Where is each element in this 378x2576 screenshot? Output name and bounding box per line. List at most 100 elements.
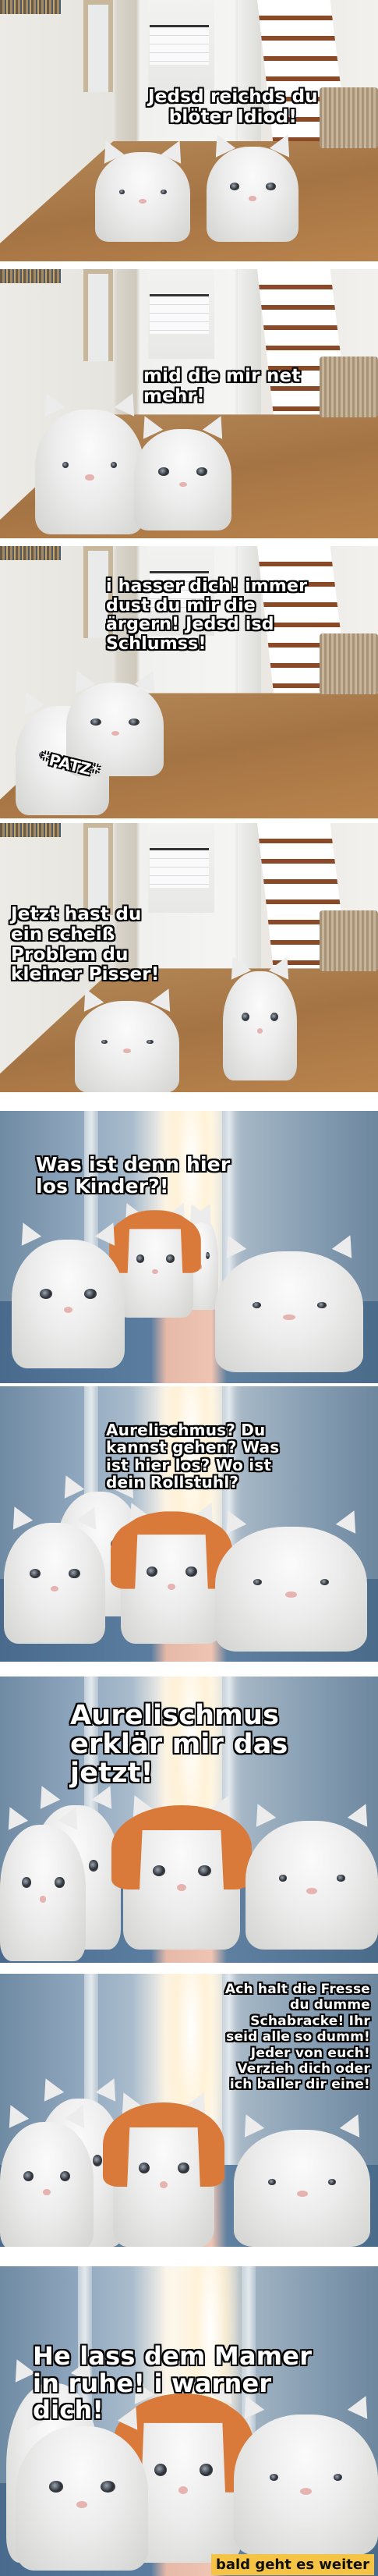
speech-caption: i hasser dich! immer dust du mir die ärg… bbox=[106, 577, 308, 654]
cat-eye bbox=[110, 462, 117, 469]
cat-with-wig bbox=[111, 1497, 232, 1644]
cat-nose bbox=[178, 481, 187, 488]
cat-eye bbox=[118, 190, 125, 195]
cat-eye bbox=[23, 2170, 34, 2181]
cat-nose bbox=[159, 2181, 168, 2188]
comic-panel-8: Ach halt die Fresse du dumme Schabracke!… bbox=[0, 1974, 378, 2247]
cat-ear bbox=[0, 1801, 29, 1830]
cat-eye bbox=[90, 718, 101, 726]
cat-ear bbox=[247, 1799, 276, 1827]
cat-eye bbox=[185, 1566, 197, 1577]
cat-eye bbox=[333, 2473, 342, 2481]
cat-ear bbox=[66, 665, 96, 694]
cat-nose bbox=[43, 2188, 51, 2196]
cat-eye bbox=[270, 1013, 279, 1022]
bookshelf bbox=[0, 823, 61, 837]
cat-ear bbox=[16, 687, 44, 715]
cat-eye bbox=[252, 1302, 261, 1308]
window-frame bbox=[83, 269, 113, 361]
cat-ear bbox=[332, 1230, 361, 1259]
cat bbox=[134, 411, 231, 530]
cat-eye bbox=[147, 1039, 154, 1045]
wood-floor bbox=[0, 968, 378, 1092]
cat bbox=[215, 1505, 367, 1652]
cat-nose bbox=[85, 474, 94, 481]
cat-nose bbox=[178, 2486, 188, 2494]
cat-eye bbox=[129, 718, 140, 726]
cat-eye bbox=[152, 1865, 165, 1876]
comic-panel-2: mid die mir net mehr! bbox=[0, 269, 378, 538]
cat-eye bbox=[100, 2481, 115, 2493]
cat-eye bbox=[29, 1568, 41, 1579]
cat bbox=[246, 1799, 378, 1950]
basket bbox=[320, 87, 378, 148]
cat-eye bbox=[178, 2162, 189, 2173]
bookshelf bbox=[0, 0, 61, 14]
cat-ear bbox=[12, 1218, 41, 1246]
comic-panel-1: Jedsd reichds du blöter Idiod! bbox=[0, 0, 378, 261]
cat-ear bbox=[134, 665, 164, 694]
cat-eye bbox=[154, 2463, 167, 2477]
cat-ear bbox=[348, 1799, 376, 1827]
cat-ear bbox=[347, 2391, 376, 2419]
cat-eye bbox=[146, 1566, 157, 1577]
cat-eye bbox=[48, 2481, 64, 2493]
cat-eye bbox=[83, 1288, 97, 1299]
cat bbox=[35, 388, 144, 534]
cat-ear bbox=[5, 1502, 34, 1531]
basket bbox=[320, 910, 378, 971]
cat-eye bbox=[62, 462, 69, 469]
cat-nose bbox=[152, 1268, 158, 1275]
cat-nose bbox=[167, 1584, 176, 1591]
cat bbox=[234, 2391, 378, 2555]
cat bbox=[215, 1230, 363, 1372]
cabinet bbox=[150, 25, 209, 65]
cat bbox=[4, 1502, 105, 1644]
comic-panel-9: He lass dem Mamer in ruhe! i warner dich… bbox=[0, 2266, 378, 2576]
bookshelf bbox=[0, 546, 61, 560]
comic-panel-6: Aurelischmus? Du kannst gehen? Was ist h… bbox=[0, 1386, 378, 1662]
cat-eye bbox=[327, 2179, 337, 2185]
cat-eye bbox=[317, 1302, 327, 1308]
cat-eye bbox=[59, 2170, 70, 2181]
cat bbox=[95, 136, 190, 242]
cat-eye bbox=[21, 1876, 31, 1888]
cat-eye bbox=[198, 1865, 211, 1876]
cat-nose bbox=[122, 1048, 132, 1054]
cat-eye bbox=[55, 1876, 65, 1888]
speech-caption: Jedsd reichds du blöter Idiod! bbox=[148, 87, 318, 127]
speech-caption: He lass dem Mamer in ruhe! i warner dich… bbox=[33, 2341, 313, 2425]
cat-nose bbox=[296, 2191, 308, 2197]
basket bbox=[320, 357, 378, 417]
cat-eye bbox=[101, 1039, 108, 1045]
cat-with-wig bbox=[103, 2087, 224, 2247]
comic-panel-4: Jetzt hast du ein scheiß Problem du klei… bbox=[0, 823, 378, 1092]
cabinet bbox=[150, 294, 209, 334]
cat-eye bbox=[88, 1860, 99, 1872]
cat-eye bbox=[320, 1579, 330, 1586]
cat bbox=[12, 1218, 125, 1368]
speech-caption: Was ist denn hier los Kinder?! bbox=[36, 1153, 231, 1198]
cat-ear bbox=[0, 2100, 29, 2128]
cat-ear bbox=[6, 2354, 35, 2383]
cat bbox=[207, 130, 299, 242]
cat-eye bbox=[136, 1254, 145, 1263]
cabinet bbox=[150, 848, 209, 888]
comic-panel-7: Aurelischmus erklär mir das jetzt! bbox=[0, 1677, 378, 1963]
wig bbox=[109, 1210, 201, 1273]
wig bbox=[111, 1511, 232, 1589]
basket bbox=[320, 633, 378, 694]
cat-ear bbox=[31, 1781, 60, 1809]
cat-eye bbox=[158, 467, 169, 476]
cat-eye bbox=[205, 1251, 210, 1260]
speech-caption: Aurelischmus erklär mir das jetzt! bbox=[70, 1700, 288, 1789]
cat-nose bbox=[76, 2501, 87, 2509]
cat-nose bbox=[283, 1314, 295, 1321]
comic-panel-3: i hasser dich! immer dust du mir die ärg… bbox=[0, 546, 378, 818]
bookshelf bbox=[0, 269, 61, 283]
cat-nose bbox=[300, 2487, 312, 2495]
speech-caption: Aurelischmus? Du kannst gehen? Was ist h… bbox=[106, 1421, 280, 1492]
cat bbox=[234, 2109, 370, 2247]
speech-caption: Ach halt die Fresse du dumme Schabracke!… bbox=[224, 1982, 370, 2093]
cat-eye bbox=[241, 1013, 250, 1022]
